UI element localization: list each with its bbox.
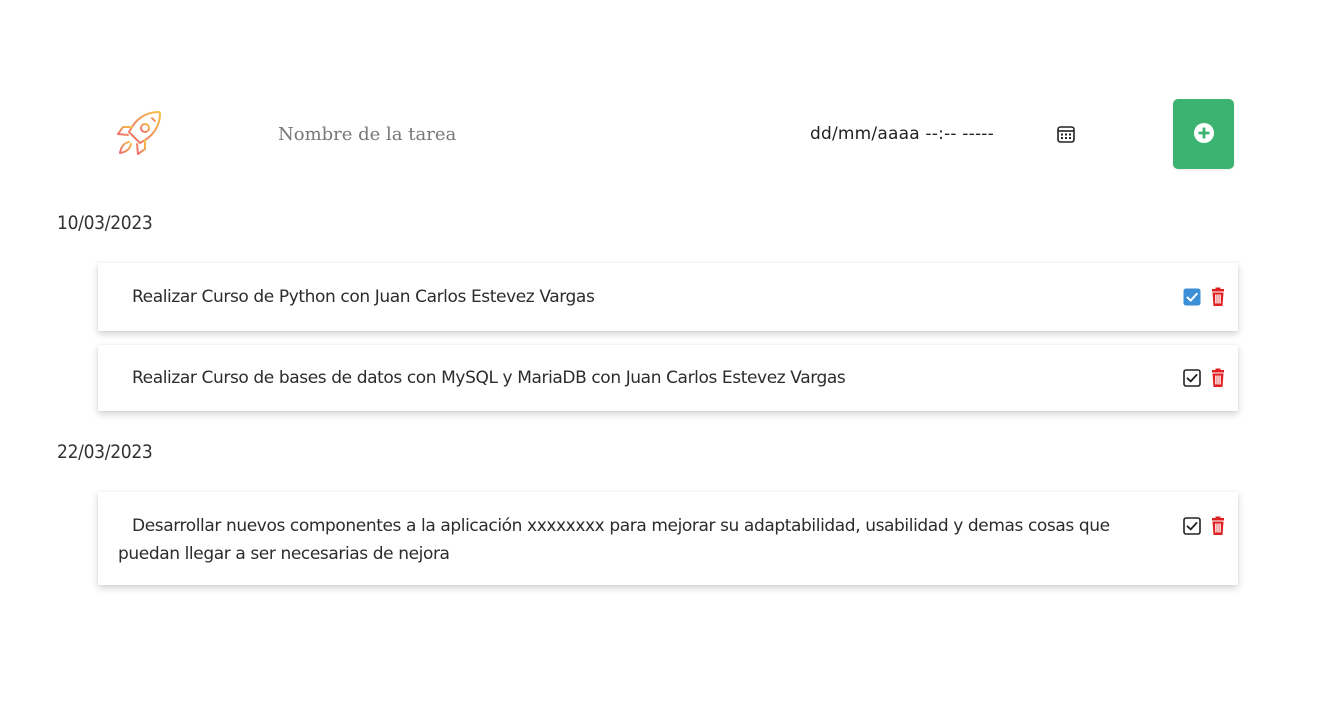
group-date: 22/03/2023 [57,441,153,463]
group-date: 10/03/2023 [57,212,153,234]
task-item: Desarrollar nuevos componentes a la apli… [98,492,1238,585]
rocket-icon [112,108,164,160]
task-name-input[interactable] [270,118,690,150]
plus-circle-icon [1193,122,1215,147]
task-text: Realizar Curso de bases de datos con MyS… [132,368,846,388]
task-text: Desarrollar nuevos componentes a la apli… [118,516,1110,564]
delete-icon[interactable] [1208,287,1228,307]
task-actions [1182,287,1228,307]
checkbox-checked-icon[interactable] [1182,287,1202,307]
task-item: Realizar Curso de Python con Juan Carlos… [98,263,1238,331]
checkbox-icon[interactable] [1182,516,1202,536]
todo-page: dd/mm/aaaa --:-- ----- [0,0,1321,722]
add-task-button[interactable] [1173,99,1234,169]
task-form: dd/mm/aaaa --:-- ----- [0,98,1321,170]
task-text: Realizar Curso de Python con Juan Carlos… [132,287,595,307]
date-placeholder: dd/mm/aaaa --:-- ----- [810,124,994,144]
date-time-input[interactable]: dd/mm/aaaa --:-- ----- [800,118,1090,150]
delete-icon[interactable] [1208,516,1228,536]
task-actions [1182,516,1228,536]
delete-icon[interactable] [1208,368,1228,388]
calendar-icon[interactable] [1056,124,1076,144]
task-item: Realizar Curso de bases de datos con MyS… [98,345,1238,411]
checkbox-icon[interactable] [1182,368,1202,388]
task-actions [1182,368,1228,388]
